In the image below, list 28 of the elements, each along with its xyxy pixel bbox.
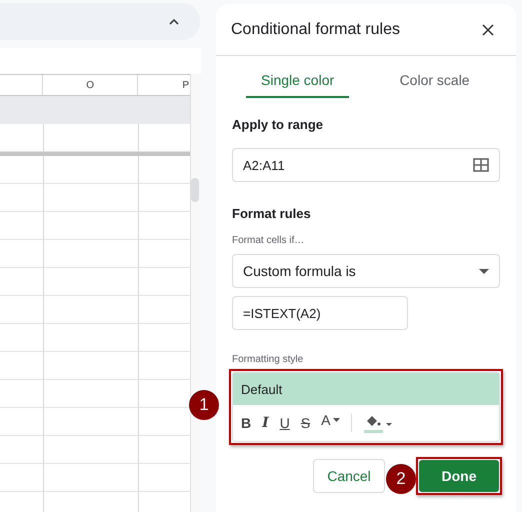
grid-icon[interactable] (473, 158, 489, 172)
underline-button[interactable]: U (280, 415, 290, 431)
column-header[interactable]: O (43, 75, 138, 95)
done-button[interactable]: Done (419, 460, 499, 492)
cancel-button[interactable]: Cancel (313, 459, 385, 493)
fill-color-icon[interactable] (362, 413, 392, 433)
field-label: Formatting style (232, 354, 304, 365)
caret-icon (332, 418, 340, 422)
range-field[interactable]: A2:A11 (232, 148, 500, 182)
style-preview: Default (233, 373, 499, 405)
bold-button[interactable]: B (241, 415, 252, 431)
formula-field[interactable]: =ISTEXT(A2) (232, 296, 408, 330)
column-header[interactable]: P (138, 75, 190, 95)
italic-button[interactable]: I (262, 415, 269, 431)
close-icon[interactable] (482, 24, 494, 36)
collapse-icon[interactable] (168, 18, 180, 26)
panel-title: Conditional format rules (231, 20, 400, 38)
tab[interactable]: Color scale (369, 68, 500, 98)
strikethrough-button[interactable]: S (300, 415, 310, 431)
condition-dropdown[interactable]: Custom formula is (232, 254, 500, 288)
text-color-button[interactable]: A (321, 412, 340, 428)
section-label: Format rules (232, 206, 312, 221)
section-label: Apply to range (232, 117, 324, 132)
dropdown-arrow-icon (479, 268, 489, 274)
scrollbar-thumb[interactable] (191, 178, 199, 202)
scrollbar[interactable] (190, 74, 201, 512)
tab[interactable]: Single color (246, 68, 350, 98)
field-label: Format cells if… (232, 235, 306, 246)
